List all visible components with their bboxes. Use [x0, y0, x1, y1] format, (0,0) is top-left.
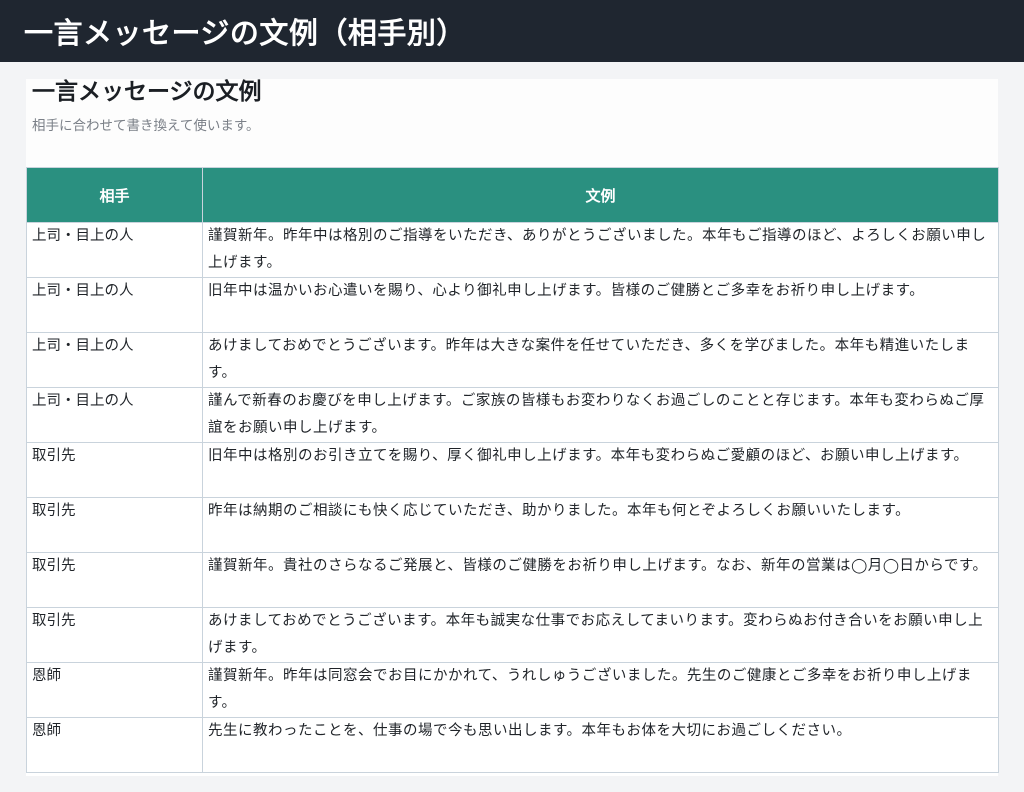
table-row: 取引先 旧年中は格別のお引き立てを賜り、厚く御礼申し上げます。本年も変わらぬご愛…: [26, 442, 999, 498]
table-row: 取引先 昨年は納期のご相談にも快く応じていただき、助かりました。本年も何とぞよろ…: [26, 497, 999, 553]
page-title: 一言メッセージの文例（相手別）: [24, 16, 466, 50]
message-cell: 旧年中は格別のお引き立てを賜り、厚く御礼申し上げます。本年も変わらぬご愛顧のほど…: [202, 442, 999, 498]
recipient-cell: 取引先: [26, 497, 203, 553]
examples-card: 一言メッセージの文例 相手に合わせて書き換えて使います。 相手 文例 上司・目上…: [26, 79, 999, 776]
recipient-cell: 取引先: [26, 552, 203, 608]
table-row: 取引先 謹賀新年。貴社のさらなるご発展と、皆様のご健勝をお祈り申し上げます。なお…: [26, 552, 999, 608]
table-header-row: 相手 文例: [26, 167, 999, 223]
message-cell: 謹んで新春のお慶びを申し上げます。ご家族の皆様もお変わりなくお過ごしのことと存じ…: [202, 387, 999, 443]
message-cell: 謹賀新年。昨年中は格別のご指導をいただき、ありがとうございました。本年もご指導の…: [202, 222, 999, 278]
table-row: 上司・目上の人 謹んで新春のお慶びを申し上げます。ご家族の皆様もお変わりなくお過…: [26, 387, 999, 443]
column-header-message: 文例: [202, 167, 999, 223]
message-cell: 謹賀新年。昨年は同窓会でお目にかかれて、うれしゅうございました。先生のご健康とご…: [202, 662, 999, 718]
recipient-cell: 上司・目上の人: [26, 387, 203, 443]
recipient-cell: 上司・目上の人: [26, 332, 203, 388]
card-subtitle: 相手に合わせて書き換えて使います。: [32, 118, 260, 134]
recipient-cell: 恩師: [26, 717, 203, 773]
recipient-cell: 上司・目上の人: [26, 277, 203, 333]
message-cell: あけましておめでとうございます。昨年は大きな案件を任せていただき、多くを学びまし…: [202, 332, 999, 388]
table-row: 取引先 あけましておめでとうございます。本年も誠実な仕事でお応えしてまいります。…: [26, 607, 999, 663]
table-row: 上司・目上の人 謹賀新年。昨年中は格別のご指導をいただき、ありがとうございました…: [26, 222, 999, 278]
recipient-cell: 取引先: [26, 607, 203, 663]
table-row: 上司・目上の人 旧年中は温かいお心遣いを賜り、心より御礼申し上げます。皆様のご健…: [26, 277, 999, 333]
table-row: 上司・目上の人 あけましておめでとうございます。昨年は大きな案件を任せていただき…: [26, 332, 999, 388]
card-header: 一言メッセージの文例 相手に合わせて書き換えて使います。: [26, 79, 998, 167]
examples-table: 相手 文例 上司・目上の人 謹賀新年。昨年中は格別のご指導をいただき、ありがとう…: [26, 167, 999, 773]
message-cell: あけましておめでとうございます。本年も誠実な仕事でお応えしてまいります。変わらぬ…: [202, 607, 999, 663]
table-row: 恩師 謹賀新年。昨年は同窓会でお目にかかれて、うれしゅうございました。先生のご健…: [26, 662, 999, 718]
message-cell: 先生に教わったことを、仕事の場で今も思い出します。本年もお体を大切にお過ごしくだ…: [202, 717, 999, 773]
recipient-cell: 取引先: [26, 442, 203, 498]
message-cell: 昨年は納期のご相談にも快く応じていただき、助かりました。本年も何とぞよろしくお願…: [202, 497, 999, 553]
top-bar: 一言メッセージの文例（相手別）: [0, 0, 1024, 62]
column-header-recipient: 相手: [26, 167, 203, 223]
card-title: 一言メッセージの文例: [32, 79, 262, 105]
table-row: 恩師 先生に教わったことを、仕事の場で今も思い出します。本年もお体を大切にお過ご…: [26, 717, 999, 773]
recipient-cell: 上司・目上の人: [26, 222, 203, 278]
recipient-cell: 恩師: [26, 662, 203, 718]
message-cell: 謹賀新年。貴社のさらなるご発展と、皆様のご健勝をお祈り申し上げます。なお、新年の…: [202, 552, 999, 608]
message-cell: 旧年中は温かいお心遣いを賜り、心より御礼申し上げます。皆様のご健勝とご多幸をお祈…: [202, 277, 999, 333]
